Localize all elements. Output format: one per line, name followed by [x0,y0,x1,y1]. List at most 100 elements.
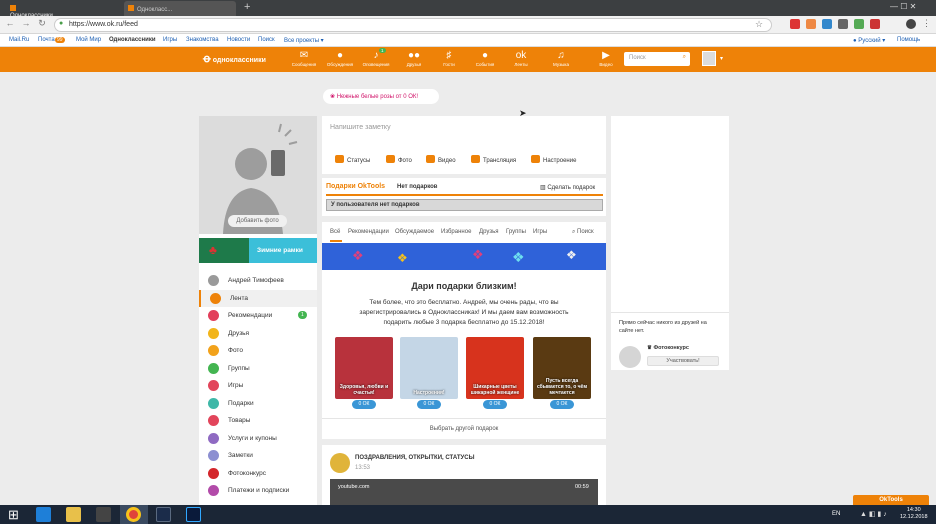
my-world-link[interactable]: Мой Мир [76,37,101,43]
ok-favicon-icon [128,5,134,11]
gift-card[interactable]: Здоровья, любви и счастья! [335,337,393,399]
feed-tab[interactable]: Избранное [441,229,471,235]
internet-explorer-icon[interactable] [36,507,51,522]
sidebar-item-label: Услуги и купоны [228,434,277,442]
mailru-link[interactable]: Mail.Ru [9,37,29,43]
reload-icon[interactable]: ↻ [36,18,48,32]
profile-photo[interactable]: Добавить фото [199,116,317,234]
help-link[interactable]: Помощь [897,37,920,43]
sidebar-item[interactable]: Группы [199,360,317,377]
profile-avatar-icon[interactable] [906,19,916,29]
menu-dots-icon[interactable]: ⋮ [922,18,931,29]
sidebar-item[interactable]: Фото [199,342,317,359]
ok-link[interactable]: Одноклассники [109,37,156,43]
make-gift-link[interactable]: ▥ Сделать подарок [540,184,595,191]
user-avatar[interactable] [702,51,716,66]
nav-envelope[interactable]: ✉ Сообщения [289,50,319,68]
extension-icon[interactable] [870,19,880,29]
news-link[interactable]: Новости [227,37,250,43]
gift-price-button[interactable]: 0 ОК [417,400,441,409]
sidebar-item[interactable]: Лента [199,289,317,307]
gift-card[interactable]: Пусть всегда сбывается то, о чём мечтает… [533,337,591,399]
sidebar-item[interactable]: Друзья [199,325,317,342]
windows-start-icon[interactable]: ⊞ [8,507,19,523]
ok-logo[interactable]: ꝋ одноклассники [203,52,266,65]
sidebar-item[interactable]: Подарки [199,395,317,412]
nav-video[interactable]: ▶ Видео [591,50,621,68]
forward-icon[interactable]: → [20,18,32,32]
extension-icon[interactable] [854,19,864,29]
all-projects-link[interactable]: Все проекты ▾ [284,37,324,44]
gift-card[interactable]: Шикарные цветы шикарной женщине [466,337,524,399]
add-photo-button[interactable]: Добавить фото [228,215,287,227]
sidebar-item[interactable]: Платежи и подписки [199,482,317,499]
composer-button[interactable]: Видео [426,155,456,167]
nav-music[interactable]: ♫ Музыка [546,50,576,68]
sidebar-item[interactable]: Товары [199,412,317,429]
nav-events[interactable]: ● События [470,50,500,68]
video-thumbnail[interactable]: youtube.com 00:59 [330,479,598,507]
new-tab-button[interactable]: + [244,1,250,13]
choose-other-gift-link[interactable]: Выбрать другой подарок [322,426,606,432]
extension-icon[interactable] [806,19,816,29]
nav-friends[interactable]: ●● Друзья [399,50,429,68]
sidebar-item[interactable]: Игры [199,377,317,394]
extension-icon[interactable] [790,19,800,29]
gift-price-button[interactable]: 0 ОК [550,400,574,409]
tray-icons[interactable]: ▲ ◧ ▮ ♪ [860,510,887,518]
search-input[interactable]: Поиск ⌕ [624,52,690,66]
chevron-down-icon[interactable]: ▾ [720,55,723,62]
gift-price-button[interactable]: 0 ОК [483,400,507,409]
composer-button[interactable]: Фото [386,155,412,167]
chrome-taskbar-item[interactable] [120,505,148,524]
mail-link[interactable]: Почта [38,37,55,43]
photoshop-icon[interactable] [186,507,201,522]
gifts-banner[interactable]: ❖ ❖ ❖ ❖ ❖ [322,243,606,270]
window-controls[interactable]: — ☐ ✕ [890,2,916,11]
composer-button[interactable]: Статусы [335,155,370,167]
composer-button[interactable]: Настроение [531,155,576,167]
bookmark-star-icon[interactable]: ☆ [755,19,763,30]
dating-link[interactable]: Знакомства [186,37,219,43]
feed-tab[interactable]: Друзья [479,229,498,235]
feed-search[interactable]: ⌕ Поиск [572,229,594,236]
sidebar-item[interactable]: Заметки [199,447,317,464]
group-avatar[interactable] [330,453,350,473]
url-field[interactable]: https://www.ok.ru/feed [54,18,772,32]
feed-tab[interactable]: Группы [506,229,526,235]
sidebar-item[interactable]: Рекомендации 1 [199,307,317,324]
feed-tab[interactable]: Рекомендации [348,229,389,235]
back-icon[interactable]: ← [4,18,16,32]
gift-price-button[interactable]: 0 ОК [352,400,376,409]
browser-tab-active[interactable]: Одноклассники [6,1,64,19]
promo-banner[interactable]: ❀ Нежные белые розы от 0 ОК! [323,89,439,104]
nav-chat[interactable]: ● Обсуждения [325,50,355,68]
extension-icon[interactable] [838,19,848,29]
feed-tab[interactable]: Всё [330,229,340,235]
file-explorer-icon[interactable] [66,507,81,522]
input-language[interactable]: EN [832,511,840,517]
media-player-icon[interactable] [96,507,111,522]
gift-card[interactable]: Настроения! [400,337,458,399]
participate-button[interactable]: Участвовать! [647,356,719,366]
winter-frames-banner[interactable]: ♣ Зимние рамки [199,238,317,263]
search-link[interactable]: Поиск [258,37,275,43]
feed-tab[interactable]: Обсуждаемое [395,229,434,235]
sidebar-item[interactable]: Услуги и купоны [199,430,317,447]
gifts-title: Дари подарки близким! [411,281,517,291]
nav-ok[interactable]: ok Ленты [506,50,536,68]
sidebar-item[interactable]: Андрей Тимофеев [199,272,317,289]
composer-button[interactable]: Трансляция [471,155,516,167]
note-input[interactable]: Напишите заметку [330,124,391,131]
feed-tab[interactable]: Игры [533,229,547,235]
extension-icon[interactable] [822,19,832,29]
nav-bell[interactable]: ♪ Оповещения 1 [361,48,391,68]
steam-icon[interactable] [156,507,171,522]
language-select[interactable]: ● Русский ▾ [853,37,885,44]
games-link[interactable]: Игры [163,37,177,43]
browser-tab[interactable]: Однокласс... [124,1,236,16]
clock[interactable]: 14:30 12.12.2018 [900,507,928,521]
nav-footprints[interactable]: ♯ Гости [434,50,464,68]
sidebar-item[interactable]: Фотоконкурс [199,465,317,482]
post-group-title[interactable]: ПОЗДРАВЛЕНИЯ, ОТКРЫТКИ, СТАТУСЫ [355,455,474,461]
